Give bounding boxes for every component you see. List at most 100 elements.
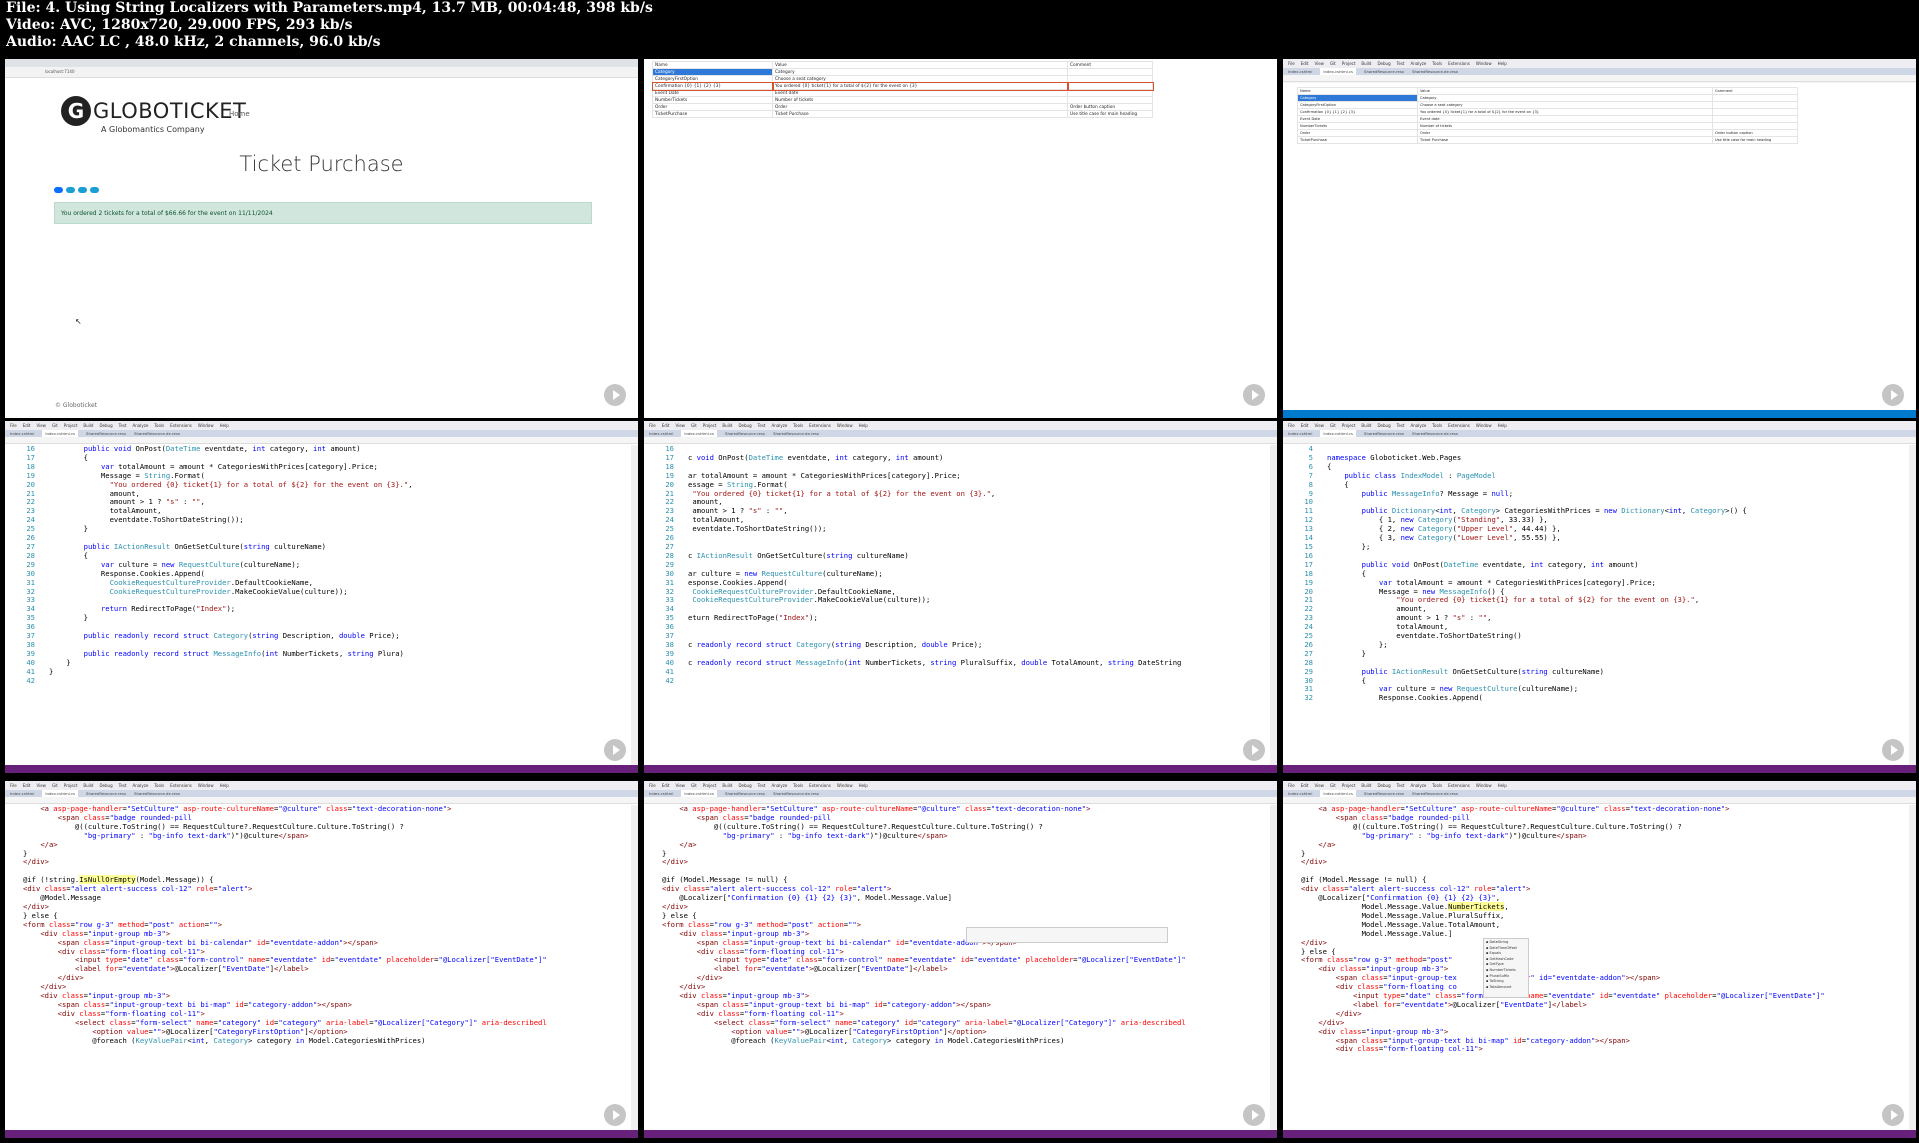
menu-item[interactable]: Help bbox=[1498, 781, 1507, 790]
editor-tab[interactable]: Index.cshtml bbox=[649, 790, 673, 797]
menu-item[interactable]: Tools bbox=[793, 421, 803, 430]
culture-pill[interactable] bbox=[90, 187, 99, 193]
resource-row[interactable]: Category Category bbox=[1297, 94, 1798, 102]
menu-item[interactable]: View bbox=[1314, 59, 1324, 68]
menu-item[interactable]: Extensions bbox=[809, 781, 831, 790]
menu-item[interactable]: Test bbox=[119, 421, 127, 430]
menu-item[interactable]: Extensions bbox=[170, 781, 192, 790]
menu-item[interactable]: Project bbox=[64, 421, 78, 430]
menu-item[interactable]: Tools bbox=[793, 781, 803, 790]
menu-item[interactable]: Project bbox=[1342, 781, 1356, 790]
code-editor[interactable]: <a asp-page-handler="SetCulture" asp-rou… bbox=[23, 805, 630, 1045]
code-editor[interactable]: 16 public void OnPost(DateTime eventdate… bbox=[5, 445, 630, 685]
menu-item[interactable]: View bbox=[675, 781, 685, 790]
editor-tab[interactable]: Index.cshtml bbox=[10, 790, 34, 797]
menu-item[interactable]: Window bbox=[837, 781, 853, 790]
menu-item[interactable]: Test bbox=[758, 781, 766, 790]
menu-item[interactable]: View bbox=[675, 421, 685, 430]
menu-item[interactable]: Debug bbox=[738, 781, 751, 790]
editor-tab[interactable]: Index.cshtml bbox=[1288, 790, 1312, 797]
menu-item[interactable]: Debug bbox=[738, 421, 751, 430]
menu-item[interactable]: Extensions bbox=[1448, 781, 1470, 790]
menu-item[interactable]: Edit bbox=[1301, 59, 1309, 68]
resource-row[interactable]: TicketPurchase Ticket Purchase Use title c… bbox=[1297, 136, 1798, 144]
menu-item[interactable]: Debug bbox=[1377, 59, 1390, 68]
menu-item[interactable]: Help bbox=[859, 781, 868, 790]
editor-tab[interactable]: SharedResource.de.resx bbox=[773, 430, 819, 437]
menu-item[interactable]: Test bbox=[119, 781, 127, 790]
menu-item[interactable]: File bbox=[1288, 421, 1295, 430]
menu-item[interactable]: Edit bbox=[1301, 781, 1309, 790]
resource-row[interactable]: Event Date Event date bbox=[1297, 115, 1798, 123]
menu-item[interactable]: Build bbox=[1361, 59, 1371, 68]
editor-tab[interactable]: Index.cshtml.cs bbox=[681, 430, 718, 437]
menu-item[interactable]: Debug bbox=[1377, 421, 1390, 430]
menu-item[interactable]: Tools bbox=[1432, 421, 1442, 430]
resource-row[interactable]: Confirmation {0} {1} {2} {3} You ordered … bbox=[651, 81, 1154, 91]
menu-item[interactable]: View bbox=[1314, 421, 1324, 430]
menu-item[interactable]: Help bbox=[859, 421, 868, 430]
scrollbar[interactable] bbox=[631, 805, 638, 1130]
menu-item[interactable]: Debug bbox=[99, 421, 112, 430]
menu-item[interactable]: Project bbox=[64, 781, 78, 790]
menu-item[interactable]: Debug bbox=[1377, 781, 1390, 790]
menu-item[interactable]: Analyze bbox=[133, 781, 149, 790]
editor-tab[interactable]: Index.cshtml.cs bbox=[1320, 430, 1357, 437]
resource-row[interactable]: NumberTickets Number of tickets bbox=[1297, 122, 1798, 130]
code-editor[interactable]: 16 17 c void OnPost(DateTime eventdate, in… bbox=[644, 445, 1269, 685]
menu-item[interactable]: Window bbox=[1476, 59, 1492, 68]
nav-home-link[interactable]: Home bbox=[229, 110, 250, 118]
menu-item[interactable]: Tools bbox=[1432, 59, 1442, 68]
menu-item[interactable]: Tools bbox=[154, 421, 164, 430]
editor-tab[interactable]: SharedResource.de.resx bbox=[134, 430, 180, 437]
menu-item[interactable]: Window bbox=[1476, 421, 1492, 430]
menu-item[interactable]: Window bbox=[837, 421, 853, 430]
menu-item[interactable]: Extensions bbox=[170, 421, 192, 430]
menu-item[interactable]: View bbox=[1314, 781, 1324, 790]
editor-tab[interactable]: Index.cshtml bbox=[1288, 430, 1312, 437]
menu-item[interactable]: Extensions bbox=[1448, 421, 1470, 430]
intellisense-popup[interactable]: ▪ DateString ▪ DateTimeOffset ▪ Equals ▪ Ge… bbox=[1483, 938, 1529, 998]
menu-item[interactable]: File bbox=[649, 421, 656, 430]
menu-item[interactable]: Help bbox=[220, 781, 229, 790]
menu-item[interactable]: Analyze bbox=[1411, 59, 1427, 68]
menu-item[interactable]: Project bbox=[1342, 421, 1356, 430]
menu-item[interactable]: Analyze bbox=[133, 421, 149, 430]
play-icon[interactable] bbox=[1243, 1104, 1265, 1126]
editor-tab[interactable]: SharedResource.de.resx bbox=[1412, 68, 1458, 75]
menu-item[interactable]: File bbox=[1288, 59, 1295, 68]
code-editor[interactable]: 4 5 namespace Globoticket.Web.Pages 6{7 pub… bbox=[1283, 445, 1908, 703]
menu-item[interactable]: File bbox=[649, 781, 656, 790]
intellisense-item[interactable]: ▪ TotalAmount bbox=[1486, 985, 1526, 991]
editor-tab[interactable]: Index.cshtml.cs bbox=[42, 790, 79, 797]
menu-item[interactable]: File bbox=[10, 781, 17, 790]
menu-item[interactable]: Test bbox=[1397, 781, 1405, 790]
scrollbar[interactable] bbox=[1909, 805, 1916, 1130]
menu-item[interactable]: Build bbox=[722, 421, 732, 430]
menu-item[interactable]: Window bbox=[198, 421, 214, 430]
menu-item[interactable]: Help bbox=[1498, 421, 1507, 430]
culture-pill[interactable] bbox=[78, 187, 87, 193]
resource-row[interactable]: Order Order Order button caption bbox=[652, 103, 1153, 111]
editor-tab[interactable]: Index.cshtml bbox=[649, 430, 673, 437]
editor-tab[interactable]: SharedResource.resx bbox=[1364, 790, 1404, 797]
resource-row[interactable]: TicketPurchase Ticket Purchase Use title c… bbox=[652, 110, 1153, 118]
menu-item[interactable]: Git bbox=[691, 421, 697, 430]
code-editor[interactable]: <a asp-page-handler="SetCulture" asp-rou… bbox=[662, 805, 1269, 1045]
menu-item[interactable]: Build bbox=[83, 781, 93, 790]
code-editor[interactable]: <a asp-page-handler="SetCulture" asp-rou… bbox=[1301, 805, 1908, 1054]
menu-item[interactable]: Tools bbox=[154, 781, 164, 790]
menu-item[interactable]: Test bbox=[1397, 59, 1405, 68]
menu-item[interactable]: Build bbox=[1361, 421, 1371, 430]
editor-tab[interactable]: SharedResource.de.resx bbox=[1412, 790, 1458, 797]
editor-tab[interactable]: SharedResource.resx bbox=[1364, 68, 1404, 75]
play-icon[interactable] bbox=[604, 739, 626, 761]
globoticket-logo[interactable]: G GLOBOTICKET bbox=[61, 96, 246, 126]
editor-tab[interactable]: SharedResource.de.resx bbox=[134, 790, 180, 797]
play-icon[interactable] bbox=[1882, 384, 1904, 406]
menu-item[interactable]: Window bbox=[1476, 781, 1492, 790]
menu-item[interactable]: Git bbox=[1330, 421, 1336, 430]
scrollbar[interactable] bbox=[631, 445, 638, 765]
menu-item[interactable]: Git bbox=[691, 781, 697, 790]
menu-item[interactable]: Analyze bbox=[772, 781, 788, 790]
